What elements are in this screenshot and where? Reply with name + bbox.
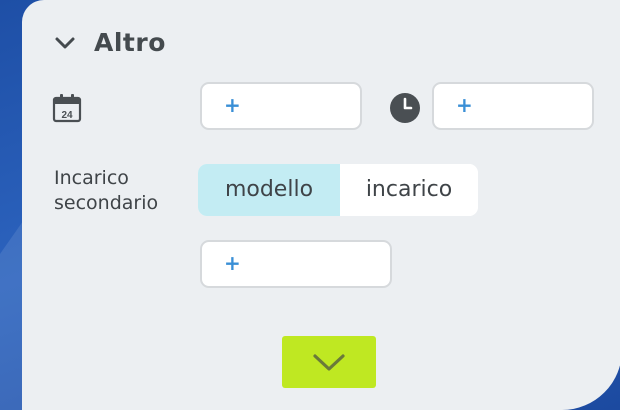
secondary-assignment-input[interactable]: + (200, 240, 392, 288)
toggle-option-modello[interactable]: modello (198, 164, 340, 216)
add-time-plus[interactable]: + (456, 95, 473, 115)
chevron-down-icon[interactable] (54, 32, 76, 54)
confirm-button[interactable] (282, 336, 376, 388)
time-input[interactable]: + (432, 82, 594, 130)
assignment-type-toggle[interactable]: modello incarico (198, 164, 478, 216)
toggle-option-incarico[interactable]: incarico (340, 164, 478, 216)
add-assignment-plus[interactable]: + (224, 253, 241, 273)
details-panel: Altro 24 + + Incarico secondario modello… (22, 0, 620, 410)
calendar-day-number: 24 (61, 110, 73, 121)
section-header-altro[interactable]: Altro (54, 28, 166, 57)
date-input[interactable]: + (200, 82, 362, 130)
add-date-plus[interactable]: + (224, 95, 241, 115)
clock-icon (389, 92, 421, 124)
secondary-assignment-label: Incarico secondario (54, 167, 159, 214)
app-background: Altro 24 + + Incarico secondario modello… (0, 0, 620, 410)
checkmark-icon (313, 354, 345, 371)
section-title: Altro (94, 28, 166, 57)
calendar-icon: 24 (52, 93, 82, 123)
